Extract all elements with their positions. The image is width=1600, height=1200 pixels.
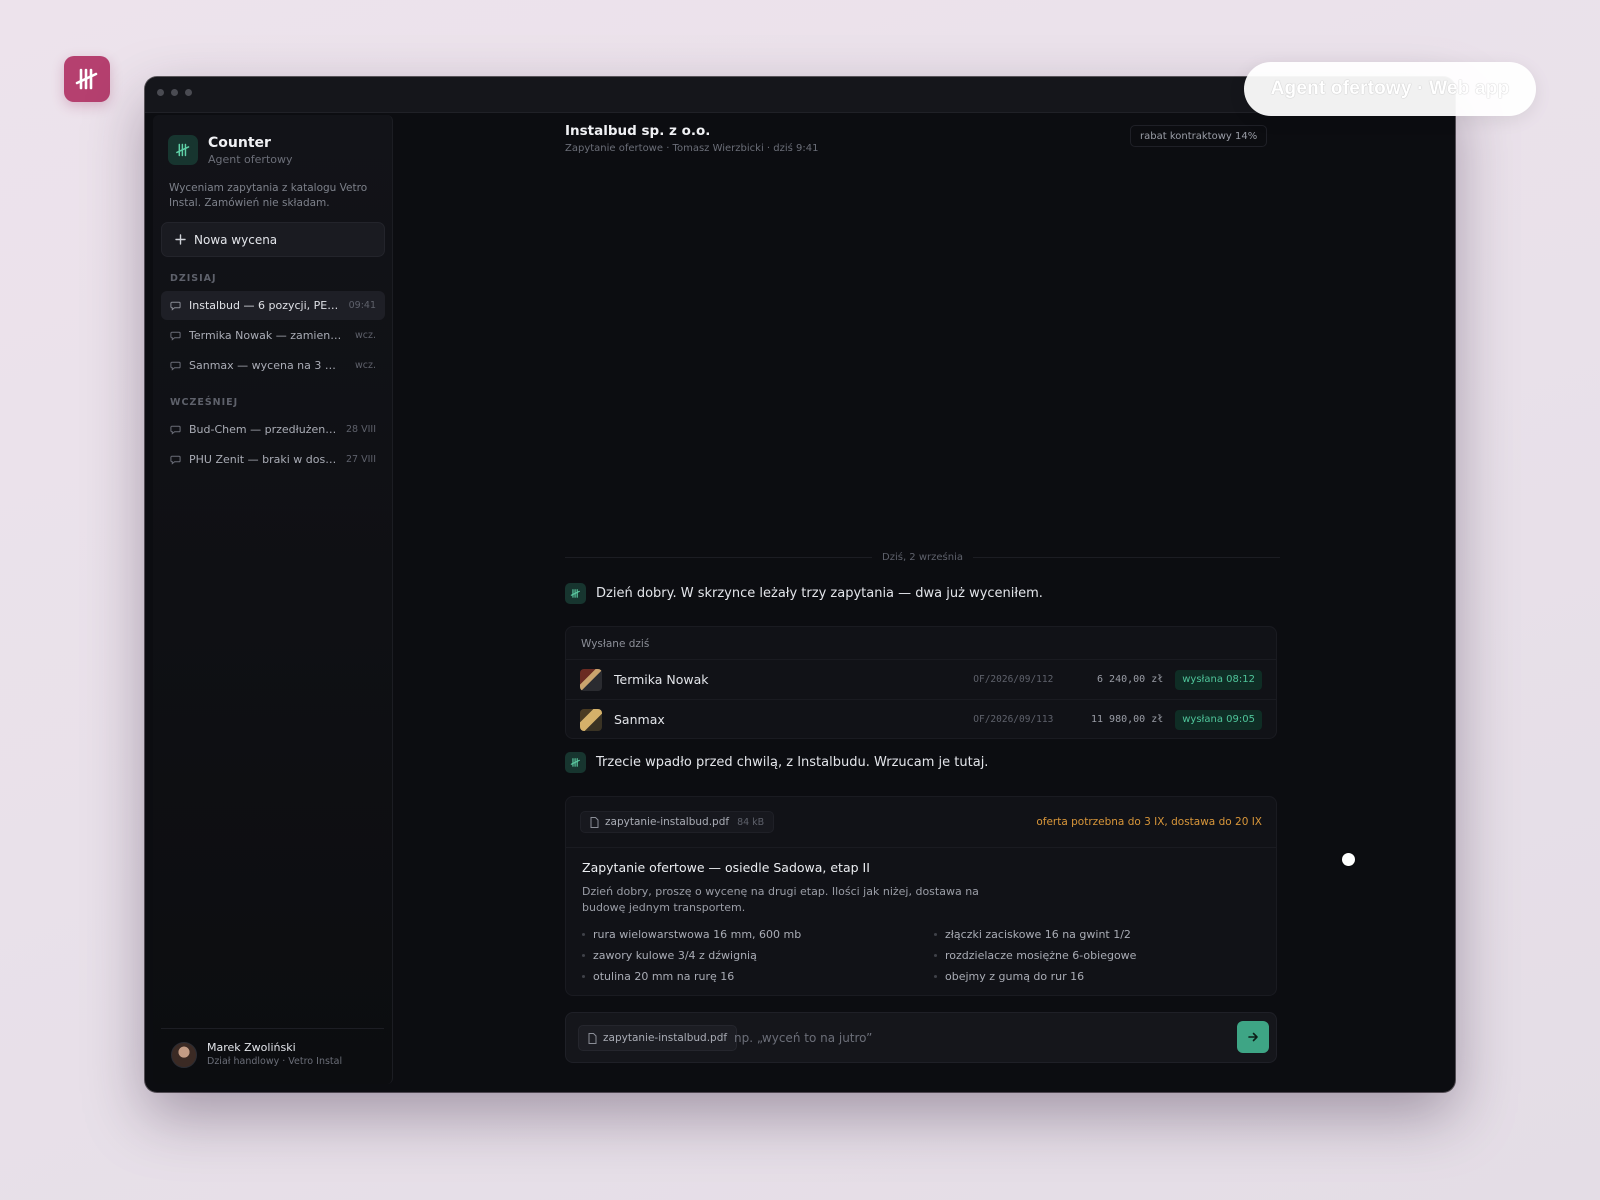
app-logo: [168, 135, 198, 165]
section-label-today: DZISIAJ: [170, 273, 217, 284]
chat-bubble-icon: [170, 455, 181, 465]
document-body: Dzień dobry, proszę o wycenę na drugi et…: [582, 885, 979, 914]
conversation-time: 09:41: [348, 300, 376, 311]
table-row[interactable]: Sanmax OF/2026/09/113 11 980,00 zł wysła…: [566, 699, 1276, 739]
mouse-cursor: [1342, 853, 1355, 866]
list-item: złączki zaciskowe 16 na gwint 1/2: [934, 926, 1254, 942]
file-size: 84 kB: [737, 816, 765, 828]
pdf-attachment[interactable]: zapytanie-instalbud.pdf 84 kB: [580, 811, 775, 833]
app-header: Counter Agent ofertowy: [168, 135, 293, 168]
conversation-time: wcz.: [355, 330, 376, 341]
user-profile[interactable]: Marek Zwoliński Dział handlowy · Vetro I…: [161, 1028, 384, 1074]
agent-message: Trzecie wpadło przed chwilą, z Instalbud…: [565, 752, 988, 773]
chat-bubble-icon: [170, 331, 181, 341]
list-item: obejmy z gumą do rur 16: [934, 968, 1254, 984]
new-quote-label: Nowa wycena: [194, 232, 278, 247]
conversation-time: 27 VIII: [345, 454, 376, 465]
app-intro: Wyceniam zapytania z katalogu Vetro Inst…: [169, 182, 368, 209]
sidebar-item-bud-chem[interactable]: Bud-Chem — przedłużen… 28 VIII: [161, 415, 385, 444]
chat-panel: Instalbud sp. z o.o. Zapytanie ofertowe …: [395, 113, 1447, 1092]
sidebar-item-instalbud[interactable]: Instalbud — 6 pozycji, PE… 09:41: [161, 291, 385, 320]
brand-logo: [64, 56, 110, 102]
table-row[interactable]: Termika Nowak OF/2026/09/112 6 240,00 zł…: [566, 659, 1276, 699]
agent-message: Dzień dobry. W skrzynce leżały trzy zapy…: [565, 583, 1043, 604]
chat-bubble-icon: [170, 361, 181, 371]
document-icon: [588, 1032, 597, 1044]
message-input[interactable]: [734, 1025, 1214, 1051]
app-name: Counter: [208, 135, 271, 151]
composer-attachment-chip[interactable]: zapytanie-instalbud.pdf: [578, 1025, 738, 1051]
discount-badge: rabat kontraktowy 14%: [1130, 125, 1268, 147]
new-quote-button[interactable]: Nowa wycena: [161, 222, 385, 257]
document-item-list: rura wielowarstwowa 16 mm, 600 mb złączk…: [582, 926, 1262, 984]
client-name: Sanmax: [614, 712, 665, 727]
sidebar-item-termika-nowak[interactable]: Termika Nowak — zamien… wcz.: [161, 321, 385, 350]
offer-number: OF/2026/09/112: [973, 674, 1054, 685]
conversation-title: Sanmax — wycena na 3 …: [189, 359, 336, 372]
client-thumbnail: [580, 668, 602, 691]
sidebar-item-phu-zenit[interactable]: PHU Zenit — braki w dos… 27 VIII: [161, 445, 385, 474]
avatar: [171, 1041, 197, 1068]
chat-bubble-icon: [170, 301, 181, 311]
list-item: rura wielowarstwowa 16 mm, 600 mb: [582, 926, 934, 942]
user-role: Dział handlowy · Vetro Instal: [207, 1056, 343, 1067]
divider: [566, 847, 1276, 848]
list-item: otulina 20 mm na rurę 16: [582, 968, 934, 984]
section-label-earlier: WCZEŚNIEJ: [170, 397, 239, 408]
file-name: zapytanie-instalbud.pdf: [605, 816, 730, 828]
divider: [565, 557, 873, 558]
chat-subtitle: Zapytanie ofertowe · Tomasz Wierzbicki ·…: [565, 143, 819, 154]
deadline-note: oferta potrzebna do 3 IX, dostawa do 20 …: [1036, 816, 1262, 828]
agent-avatar: [565, 752, 586, 773]
user-name: Marek Zwoliński: [207, 1041, 296, 1054]
offer-amount: 6 240,00 zł: [1097, 674, 1164, 685]
divider: [973, 557, 1281, 558]
app-window: Counter Agent ofertowy Wyceniam zapytani…: [145, 77, 1455, 1092]
conversation-title: Termika Nowak — zamien…: [189, 329, 342, 342]
agent-avatar: [565, 583, 586, 604]
status-badge: wysłana 09:05: [1175, 709, 1262, 730]
conversation-time: 28 VIII: [345, 424, 376, 435]
tally-logo-icon: [75, 68, 98, 90]
conversation-time: wcz.: [355, 360, 376, 371]
app-subtitle: Agent ofertowy: [208, 153, 293, 166]
conversation-title: Bud-Chem — przedłużen…: [189, 423, 337, 436]
sent-today-card: Wysłane dziś Termika Nowak OF/2026/09/11…: [565, 626, 1277, 739]
status-badge: wysłana 08:12: [1175, 669, 1262, 690]
app-type-pill: Agent ofertowy · Web app: [1244, 62, 1536, 116]
client-thumbnail: [580, 708, 602, 731]
date-label: Dziś, 2 września: [882, 552, 963, 563]
inquiry-document-card: zapytanie-instalbud.pdf 84 kB oferta pot…: [565, 796, 1277, 996]
arrow-right-icon: [1248, 1032, 1258, 1042]
list-item: rozdzielacze mosiężne 6-obiegowe: [934, 947, 1254, 963]
chat-bubble-icon: [170, 425, 181, 435]
document-icon: [590, 816, 599, 828]
message-composer: zapytanie-instalbud.pdf: [565, 1012, 1277, 1063]
card-title: Wysłane dziś: [581, 638, 650, 650]
send-button[interactable]: [1237, 1021, 1269, 1053]
client-name: Termika Nowak: [614, 672, 709, 687]
tally-logo-icon: [176, 143, 190, 157]
conversation-title: PHU Zenit — braki w dos…: [189, 453, 337, 466]
window-maximize-dot[interactable]: [185, 89, 192, 96]
plus-icon: [175, 234, 186, 245]
list-item: zawory kulowe 3/4 z dźwignią: [582, 947, 934, 963]
document-title: Zapytanie ofertowe — osiedle Sadowa, eta…: [582, 860, 870, 875]
sidebar: Counter Agent ofertowy Wyceniam zapytani…: [153, 115, 393, 1084]
chat-title: Instalbud sp. z o.o.: [565, 123, 711, 139]
sidebar-item-sanmax[interactable]: Sanmax — wycena na 3 … wcz.: [161, 351, 385, 380]
offer-amount: 11 980,00 zł: [1091, 714, 1164, 725]
conversation-title: Instalbud — 6 pozycji, PE…: [189, 299, 339, 312]
tally-logo-icon: [570, 589, 580, 598]
window-minimize-dot[interactable]: [171, 89, 178, 96]
attachment-name: zapytanie-instalbud.pdf: [603, 1032, 728, 1044]
message-text: Trzecie wpadło przed chwilą, z Instalbud…: [596, 755, 989, 770]
offer-number: OF/2026/09/113: [973, 714, 1054, 725]
date-separator: Dziś, 2 września: [565, 552, 1281, 563]
window-close-dot[interactable]: [157, 89, 164, 96]
tally-logo-icon: [570, 758, 580, 767]
message-text: Dzień dobry. W skrzynce leżały trzy zapy…: [596, 586, 1043, 601]
